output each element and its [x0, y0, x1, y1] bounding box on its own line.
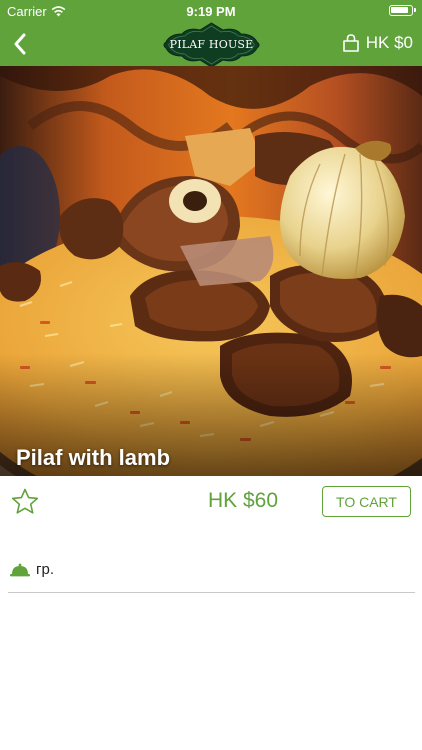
dish-title: Pilaf with lamb: [16, 445, 171, 470]
status-time: 9:19 PM: [186, 4, 236, 19]
weight-row: гр.: [10, 561, 54, 578]
favorite-button[interactable]: [10, 487, 40, 517]
cart-button[interactable]: HK $0: [342, 33, 413, 53]
chevron-left-icon: [14, 33, 26, 55]
cart-total: HK $0: [365, 33, 413, 52]
dish-image: [0, 66, 422, 476]
weight-unit: гр.: [36, 561, 54, 578]
divider: [8, 592, 415, 593]
back-button[interactable]: [6, 29, 34, 59]
price-label: HK $60: [208, 489, 279, 512]
action-row: HK $60 TO CART: [0, 476, 422, 530]
cloche-icon: [10, 563, 30, 576]
brand-logo: PILAF HOUSE: [161, 22, 262, 68]
status-bar: Carrier 9:19 PM: [0, 0, 422, 22]
battery-icon: [389, 5, 416, 16]
nav-bar: PILAF HOUSE HK $0: [0, 22, 422, 68]
dish-photo: [0, 66, 422, 476]
add-to-cart-button[interactable]: TO CART: [322, 486, 411, 517]
logo-text: PILAF HOUSE: [169, 38, 254, 51]
shopping-bag-icon: [342, 34, 359, 52]
star-outline-icon: [11, 488, 39, 514]
